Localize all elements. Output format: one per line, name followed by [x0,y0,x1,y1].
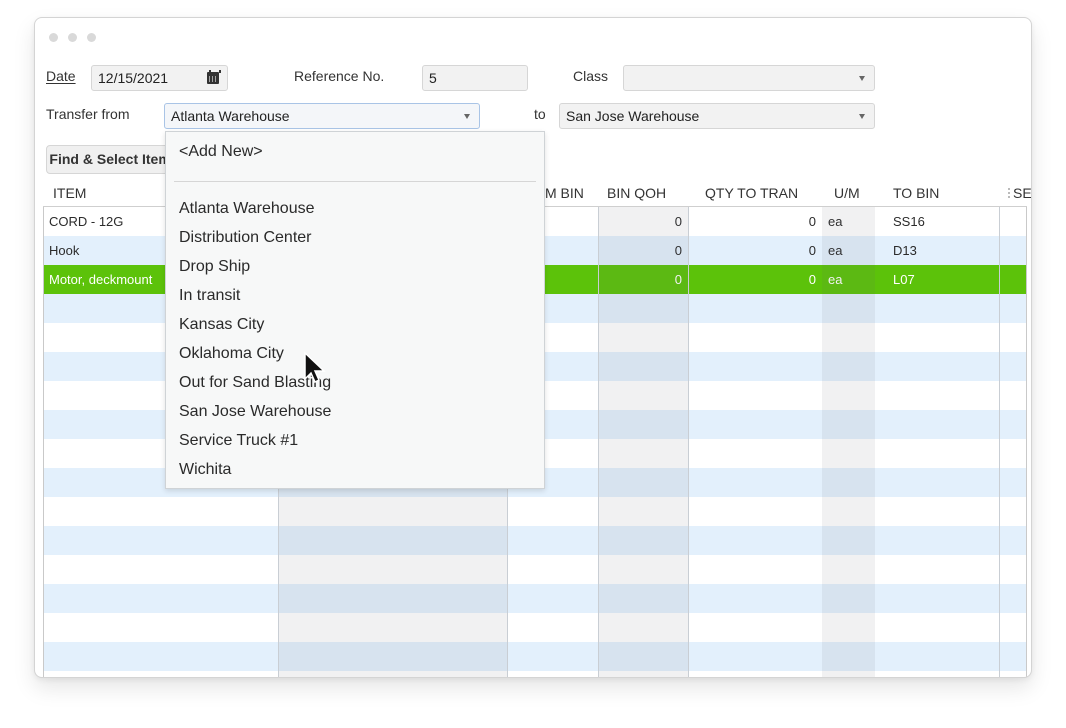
reference-value: 5 [429,70,437,86]
table-row[interactable] [43,497,1027,526]
calendar-icon[interactable] [207,70,221,84]
cell-qty-to-tran[interactable]: 0 [688,207,822,236]
date-field[interactable]: 12/15/2021 [91,65,228,91]
column-header-qty-to-tran[interactable]: QTY TO TRAN [705,181,798,206]
table-row[interactable] [43,584,1027,613]
column-header-from-bin[interactable]: M BIN [545,181,584,206]
dropdown-option[interactable]: Service Truck #1 [179,431,298,451]
transfer-from-value: Atlanta Warehouse [171,108,290,124]
column-header-bin-qoh[interactable]: BIN QOH [607,181,666,206]
dropdown-separator [174,181,536,182]
cell-to-bin[interactable]: D13 [887,236,999,265]
cell-qty-to-tran[interactable]: 0 [688,265,822,294]
cell-to-bin[interactable]: L07 [887,265,999,294]
cell-qty-to-tran[interactable]: 0 [688,236,822,265]
transfer-to-select[interactable]: San Jose Warehouse [559,103,875,129]
dropdown-option[interactable]: In transit [179,286,240,306]
column-divider [598,207,599,677]
transfer-to-value: San Jose Warehouse [566,108,700,124]
table-right-border [1026,207,1027,677]
dropdown-option[interactable]: Drop Ship [179,257,250,277]
column-divider [999,207,1000,677]
date-label: Date [46,68,76,84]
reference-number-field[interactable]: 5 [422,65,528,91]
cell-um[interactable]: ea [822,207,875,236]
transfer-from-dropdown: <Add New> Atlanta Warehouse Distribution … [165,131,545,489]
transfer-inventory-window: Date 12/15/2021 Reference No. 5 Class Tr… [34,17,1032,678]
dropdown-option[interactable]: Kansas City [179,315,264,335]
mouse-cursor-icon [304,351,326,384]
chevron-down-icon [859,76,865,81]
column-header-serial[interactable]: SEI [1013,181,1031,206]
column-header-to-bin[interactable]: TO BIN [893,181,939,206]
column-header-item[interactable]: ITEM [53,181,86,206]
table-row[interactable] [43,526,1027,555]
column-resize-handle[interactable] [1008,188,1010,200]
minimize-window-button[interactable] [68,33,77,42]
transfer-from-select[interactable]: Atlanta Warehouse [164,103,480,129]
class-select[interactable] [623,65,875,91]
table-row[interactable] [43,555,1027,584]
window-controls [49,33,96,42]
date-value: 12/15/2021 [98,70,169,86]
cell-bin-qoh[interactable]: 0 [598,236,688,265]
dropdown-option[interactable]: Atlanta Warehouse [179,199,314,219]
class-label: Class [573,68,609,84]
dropdown-option[interactable]: Wichita [179,460,231,480]
column-header-um[interactable]: U/M [834,181,860,206]
dropdown-add-new[interactable]: <Add New> [179,142,263,162]
dropdown-option[interactable]: Oklahoma City [179,344,284,364]
transfer-from-label: Transfer from [46,106,130,122]
column-divider [688,207,689,677]
table-row[interactable] [43,613,1027,642]
to-label: to [534,106,546,122]
chevron-down-icon [859,114,865,119]
cell-um[interactable]: ea [822,236,875,265]
close-window-button[interactable] [49,33,58,42]
cell-um[interactable]: ea [822,265,875,294]
dropdown-option[interactable]: San Jose Warehouse [179,402,331,422]
cell-to-bin[interactable]: SS16 [887,207,999,236]
table-left-border [43,207,44,677]
cell-bin-qoh[interactable]: 0 [598,265,688,294]
chevron-down-icon [464,114,470,119]
zoom-window-button[interactable] [87,33,96,42]
table-row[interactable] [43,642,1027,671]
reference-label: Reference No. [294,68,385,84]
cell-bin-qoh[interactable]: 0 [598,207,688,236]
dropdown-option[interactable]: Distribution Center [179,228,312,248]
